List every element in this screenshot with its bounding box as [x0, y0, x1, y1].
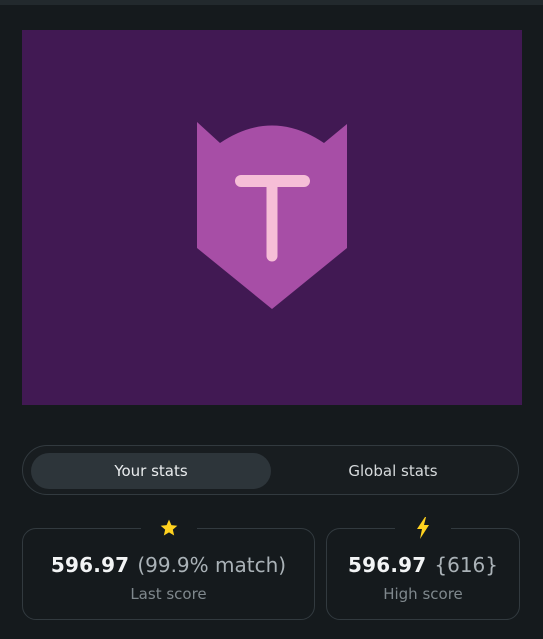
high-score-extra: {616} [434, 553, 498, 577]
star-icon [140, 514, 197, 542]
last-score-value: 596.97 [50, 553, 130, 577]
high-score-card: 596.97 {616} High score [326, 514, 520, 620]
last-score-line: 596.97 (99.9% match) [23, 553, 314, 577]
stats-toggle: Your stats Global stats [22, 445, 519, 495]
high-score-caption: High score [383, 585, 463, 603]
level-artwork [22, 30, 522, 405]
high-score-value: 596.97 [347, 553, 427, 577]
last-score-match: (99.9% match) [137, 553, 287, 577]
last-score-card: 596.97 (99.9% match) Last score [22, 514, 315, 620]
top-bar [0, 0, 543, 5]
lightning-icon [395, 514, 451, 542]
tab-global-stats[interactable]: Global stats [273, 453, 513, 489]
tab-your-stats[interactable]: Your stats [31, 453, 271, 489]
last-score-caption: Last score [130, 585, 207, 603]
high-score-line: 596.97 {616} [327, 553, 519, 577]
shield-artwork [197, 122, 347, 309]
